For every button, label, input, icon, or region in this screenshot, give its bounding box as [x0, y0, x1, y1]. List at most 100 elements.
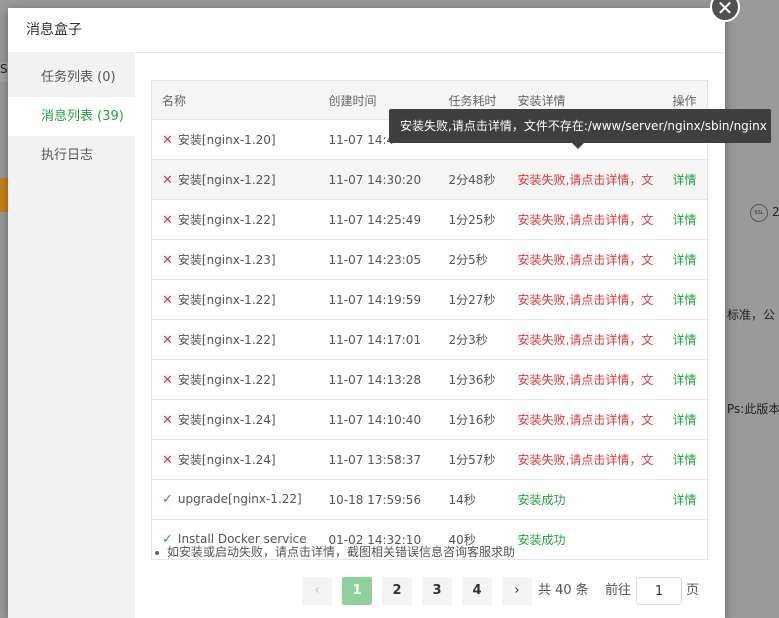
- task-name-cell: ✕ 安装[nginx-1.22]: [151, 319, 319, 360]
- fail-x-icon: ✕: [162, 133, 173, 148]
- action-cell: 详情: [662, 239, 708, 280]
- duration-cell: 1分25秒: [438, 199, 508, 240]
- goto-page-input[interactable]: [636, 577, 682, 605]
- table-row: ✕ 安装[nginx-1.24] 11-07 14:10:40 1分16秒 安装失败,请…: [151, 399, 708, 440]
- details-link[interactable]: 详情: [673, 173, 697, 187]
- bullet-icon: [155, 550, 159, 555]
- details-link[interactable]: 详情: [673, 213, 697, 227]
- bg-fragment-right-3: 2: [772, 205, 779, 219]
- bg-fragment-left: S: [0, 62, 8, 82]
- help-note-text: 如安装或启动失败，请点击详情，截图相关错误信息咨询客服求助: [167, 545, 516, 559]
- task-name: 安装[nginx-1.24]: [177, 413, 276, 427]
- fail-detail-link[interactable]: 安装失败,请点击详情，文: [518, 213, 654, 227]
- detail-cell[interactable]: 安装失败,请点击详情，文: [507, 399, 663, 440]
- action-cell: 详情: [662, 279, 708, 320]
- task-name: 安装[nginx-1.22]: [177, 293, 276, 307]
- message-table: 名称 创建时间 任务耗时 安装详情 操作 ✕ 安装[nginx-1.20] 11-0…: [151, 80, 708, 560]
- fail-x-icon: ✕: [162, 333, 173, 348]
- task-name: 安装[nginx-1.20]: [177, 133, 276, 147]
- created-time-cell: 10-18 17:59:56: [318, 479, 439, 520]
- created-time-cell: 11-07 14:10:40: [318, 399, 439, 440]
- fail-detail-link[interactable]: 安装失败,请点击详情，文: [518, 173, 654, 187]
- success-status: 安装成功: [517, 493, 566, 507]
- task-name-cell: ✕ 安装[nginx-1.20]: [151, 119, 319, 160]
- duration-cell: 1分36秒: [438, 359, 508, 400]
- created-time-cell: 11-07 14:30:20: [318, 159, 439, 200]
- task-name-cell: ✕ 安装[nginx-1.23]: [151, 239, 319, 280]
- details-link[interactable]: 详情: [673, 453, 697, 467]
- fail-detail-link[interactable]: 安装失败,请点击详情，文: [518, 413, 654, 427]
- details-link[interactable]: 详情: [673, 253, 697, 267]
- detail-cell[interactable]: 安装失败,请点击详情，文: [507, 319, 663, 360]
- table-row: ✕ 安装[nginx-1.22] 11-07 14:19:59 1分27秒 安装失败,请…: [151, 279, 708, 320]
- details-link[interactable]: 详情: [673, 293, 697, 307]
- prev-page-button[interactable]: ‹: [302, 577, 332, 605]
- action-cell: 详情: [662, 439, 708, 480]
- task-name: 安装[nginx-1.23]: [177, 253, 276, 267]
- bg-fragment-right-2: Ps:此版本: [727, 402, 779, 416]
- page-button-4[interactable]: 4: [462, 577, 492, 605]
- task-name-cell: ✕ 安装[nginx-1.22]: [151, 159, 319, 200]
- detail-cell[interactable]: 安装失败,请点击详情，文: [507, 359, 663, 400]
- table-row: ✕ 安装[nginx-1.22] 11-07 14:17:01 2分3秒 安装失败,请点…: [151, 319, 708, 360]
- sidebar-item-exec-log[interactable]: 执行日志: [8, 136, 135, 175]
- page-button-3[interactable]: 3: [422, 577, 452, 605]
- task-name-cell: ✕ 安装[nginx-1.22]: [151, 279, 319, 320]
- table-row: ✕ 安装[nginx-1.22] 11-07 14:30:20 2分48秒 安装失败,请…: [151, 159, 708, 200]
- fail-detail-link[interactable]: 安装失败,请点击详情，文: [518, 373, 654, 387]
- detail-cell[interactable]: 安装失败,请点击详情，文: [507, 279, 663, 320]
- task-name: 安装[nginx-1.22]: [177, 373, 276, 387]
- action-cell: 详情: [662, 319, 708, 360]
- task-name-cell: ✕ 安装[nginx-1.24]: [151, 399, 319, 440]
- duration-cell: 1分27秒: [438, 279, 508, 320]
- duration-cell: 1分57秒: [438, 439, 508, 480]
- action-cell: 详情: [662, 159, 708, 200]
- fail-detail-link[interactable]: 安装失败,请点击详情，文: [518, 333, 654, 347]
- action-cell: 详情: [662, 479, 708, 520]
- task-name: 安装[nginx-1.22]: [177, 333, 276, 347]
- task-name: 安装[nginx-1.22]: [177, 173, 276, 187]
- details-link[interactable]: 详情: [673, 413, 697, 427]
- details-link[interactable]: 详情: [673, 333, 697, 347]
- detail-cell[interactable]: 安装失败,请点击详情，文: [507, 439, 663, 480]
- created-time-cell: 11-07 13:58:37: [318, 439, 439, 480]
- task-name: 安装[nginx-1.22]: [177, 213, 276, 227]
- fail-x-icon: ✕: [162, 373, 173, 388]
- fail-detail-link[interactable]: 安装失败,请点击详情，文: [518, 293, 654, 307]
- fail-detail-link[interactable]: 安装失败,请点击详情，文: [518, 253, 654, 267]
- modal-title: 消息盒子: [8, 8, 725, 53]
- next-page-button[interactable]: ›: [502, 577, 532, 605]
- detail-cell[interactable]: 安装失败,请点击详情，文: [507, 199, 663, 240]
- duration-cell: 2分5秒: [438, 239, 508, 280]
- action-cell: 详情: [662, 199, 708, 240]
- message-list-panel: 名称 创建时间 任务耗时 安装详情 操作 ✕ 安装[nginx-1.20] 11-0…: [151, 80, 708, 560]
- task-name-cell: ✕ 安装[nginx-1.22]: [151, 199, 319, 240]
- detail-cell: 安装成功: [507, 519, 663, 560]
- detail-cell[interactable]: 安装失败,请点击详情，文: [507, 159, 663, 200]
- duration-cell: 14秒: [438, 479, 508, 520]
- fail-x-icon: ✕: [162, 453, 173, 468]
- fail-detail-link[interactable]: 安装失败,请点击详情，文: [518, 453, 654, 467]
- page-button-2[interactable]: 2: [382, 577, 412, 605]
- fail-x-icon: ✕: [162, 213, 173, 228]
- fail-x-icon: ✕: [162, 173, 173, 188]
- duration-cell: 1分16秒: [438, 399, 508, 440]
- total-count: 共 40 条: [538, 583, 589, 598]
- task-name-cell: ✕ 安装[nginx-1.24]: [151, 439, 319, 480]
- bg-orange-bar: [0, 178, 8, 212]
- created-time-cell: 11-07 14:25:49: [318, 199, 439, 240]
- details-link[interactable]: 详情: [673, 373, 697, 387]
- goto-label: 前往: [605, 583, 632, 598]
- success-status: 安装成功: [517, 533, 566, 547]
- page-suffix: 页: [686, 583, 700, 598]
- action-cell: 详情: [662, 399, 708, 440]
- page-button-1[interactable]: 1: [342, 577, 372, 605]
- detail-cell: 安装成功: [507, 479, 663, 520]
- success-check-icon: ✓: [162, 492, 173, 507]
- task-name: 安装[nginx-1.24]: [177, 453, 276, 467]
- detail-cell[interactable]: 安装失败,请点击详情，文: [507, 239, 663, 280]
- details-link[interactable]: 详情: [673, 493, 697, 507]
- sidebar-item-message-list[interactable]: 消息列表 (39): [8, 97, 135, 136]
- duration-cell: 2分48秒: [438, 159, 508, 200]
- sidebar-item-task-list[interactable]: 任务列表 (0): [8, 58, 135, 97]
